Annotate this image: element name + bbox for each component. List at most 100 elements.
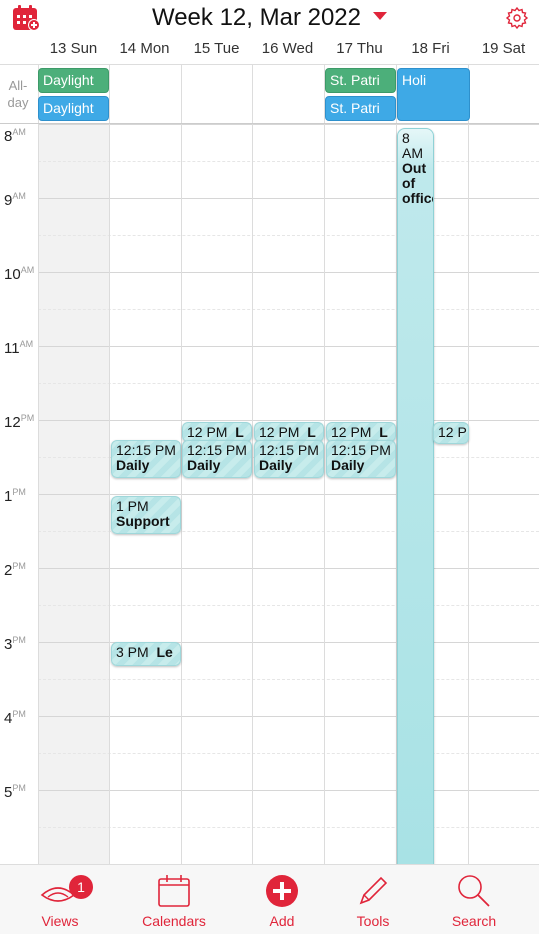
all-day-label-line2: day [7,95,29,110]
all-day-label-line1: All- [8,78,28,93]
tab-add[interactable]: Add [237,871,327,929]
half-hour-line [38,383,539,384]
plus-circle-icon [266,875,298,907]
hour-line [38,272,539,273]
tab-views-label: Views [41,913,79,929]
event-time: 12 PM [331,424,372,440]
all-day-event[interactable]: Daylight [38,96,109,121]
dropdown-caret-icon [373,11,387,20]
event-title: Out of office [402,160,433,206]
week-title[interactable]: Week 12, Mar 2022 [0,4,539,32]
hour-line [38,420,539,421]
divider [468,124,469,864]
all-day-label: All- day [0,77,36,111]
all-day-event[interactable]: St. Patri [325,96,396,121]
hour-label-ampm: AM [20,265,35,275]
hour-label: 10AM [4,265,35,283]
half-hour-line [38,309,539,310]
divider [181,124,182,864]
hour-label-ampm: PM [20,413,35,423]
hour-label-ampm: PM [12,635,26,645]
event-time: 12:15 PM [259,442,319,458]
divider [252,124,253,864]
event-title: Daily [331,457,365,473]
half-hour-line [38,605,539,606]
all-day-event[interactable]: Daylight [38,68,109,93]
hour-label-ampm: PM [12,561,26,571]
event-lunch-thu[interactable]: 12 PM L [326,422,396,442]
day-header-wed[interactable]: 16 Wed [252,40,323,57]
event-time: 12:15 PM [187,442,247,458]
hour-label-number: 11 [4,340,20,357]
time-grid[interactable]: 8AM 9AM 10AM 11AM 12PM 1PM 2PM 3PM 4PM 5… [0,124,539,864]
divider [324,124,325,864]
divider [109,65,110,123]
day-header-tue[interactable]: 15 Tue [181,40,252,57]
hour-label-ampm: AM [12,191,26,201]
week-title-text: Week 12, Mar 2022 [151,4,361,31]
half-hour-line [38,161,539,162]
hour-label-ampm: PM [12,487,26,497]
tab-search-label: Search [451,913,497,929]
event-le-mon[interactable]: 3 PM Le [111,642,181,666]
views-badge: 1 [69,875,93,899]
hour-label: 2PM [4,561,26,579]
hour-label-number: 10 [4,266,21,283]
tab-tools[interactable]: Tools [328,871,418,929]
event-title: Le [156,644,173,660]
hour-label-ampm: PM [12,709,26,719]
day-header-sun[interactable]: 13 Sun [38,40,109,57]
tab-add-label: Add [269,913,295,929]
all-day-row: All- day Daylight Daylight St. Patri St.… [0,64,539,124]
search-tab-icon [429,871,519,911]
all-day-event[interactable]: St. Patri [325,68,396,93]
event-title: L [379,424,388,440]
event-sat-noon[interactable]: 12 P [433,422,469,444]
calendars-tab-icon [129,871,219,911]
calendar-app: Week 12, Mar 2022 13 Sun 14 Mon 15 Tue 1… [0,0,539,934]
hour-label: 11AM [4,339,33,357]
divider [38,124,39,864]
event-time: 12:15 PM [331,442,391,458]
tools-tab-icon [328,871,418,911]
divider [181,65,182,123]
event-daily-thu[interactable]: 12:15 PM Daily [326,440,396,478]
event-daily-tue[interactable]: 12:15 PM Daily [182,440,252,478]
day-header-thu[interactable]: 17 Thu [324,40,395,57]
event-title: Support [116,513,170,529]
hour-label: 12PM [4,413,35,431]
event-out-of-office[interactable]: 8 AM Out of office [397,128,434,864]
event-time: 3 PM [116,644,149,660]
pencil-icon [359,876,388,905]
day-headers: 13 Sun 14 Mon 15 Tue 16 Wed 17 Thu 18 Fr… [38,40,539,60]
add-tab-icon [237,871,327,911]
event-time: 12 PM [259,424,300,440]
hour-line [38,494,539,495]
day-header-mon[interactable]: 14 Mon [109,40,180,57]
header: Week 12, Mar 2022 13 Sun 14 Mon 15 Tue 1… [0,0,539,64]
day-header-fri[interactable]: 18 Fri [395,40,466,57]
event-daily-wed[interactable]: 12:15 PM Daily [254,440,324,478]
day-header-sat[interactable]: 19 Sat [468,40,539,57]
event-lunch-tue[interactable]: 12 PM L [182,422,252,442]
event-title: Daily [116,457,150,473]
event-title: L [235,424,244,440]
divider [109,124,110,864]
hour-label: 8AM [4,127,26,145]
event-title: Daily [259,457,293,473]
event-lunch-wed[interactable]: 12 PM L [254,422,324,442]
event-time: 1 PM [116,498,149,514]
half-hour-line [38,753,539,754]
event-support-mon[interactable]: 1 PM Support [111,496,181,534]
search-icon [458,875,490,907]
event-daily-mon[interactable]: 12:15 PM Daily [111,440,181,478]
all-day-event[interactable]: Holi [397,68,470,121]
event-time: 12 PM [187,424,228,440]
tab-views[interactable]: 1 Views [15,871,105,929]
tab-search[interactable]: Search [429,871,519,929]
settings-gear-icon[interactable] [505,6,529,30]
bottom-tab-bar: 1 Views Calendars Add Tools Search [0,864,539,934]
tab-calendars[interactable]: Calendars [129,871,219,929]
hour-line [38,346,539,347]
half-hour-line [38,679,539,680]
